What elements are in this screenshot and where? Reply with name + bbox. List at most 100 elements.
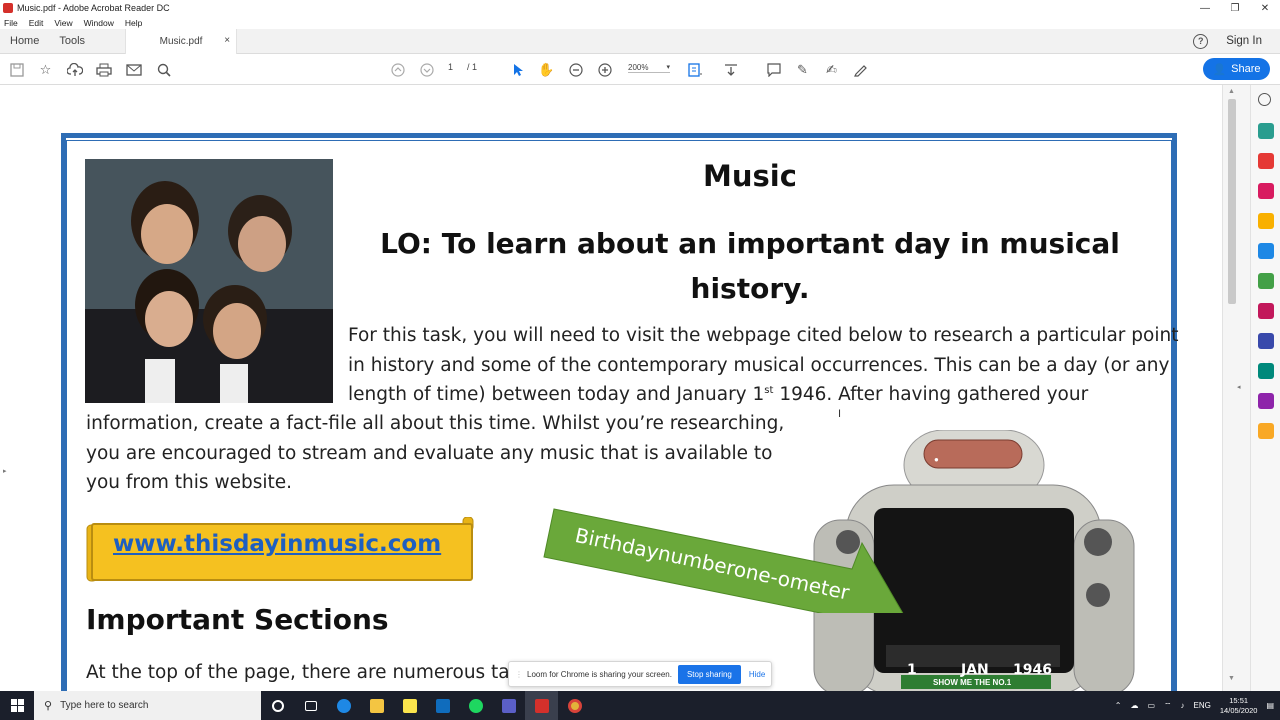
window-title: Music.pdf - Adobe Acrobat Reader DC [17,3,170,13]
wifi-icon[interactable]: ⌔ [1164,701,1172,711]
sign-in-link[interactable]: Sign In [1226,35,1262,47]
zoom-out-icon[interactable] [567,61,584,78]
drag-handle-icon[interactable]: ⋮ [515,670,523,679]
close-button[interactable]: ✕ [1250,3,1280,14]
zoom-level-value: 200% [628,63,649,72]
teams-icon[interactable] [492,691,525,720]
share-user-icon: 👤 [1212,63,1227,76]
chrome-icon[interactable] [558,691,591,720]
fill-sign-tool-icon[interactable] [1258,303,1274,319]
spotify-icon[interactable] [459,691,492,720]
tray-overflow-icon[interactable]: ⌃ [1115,701,1122,710]
menu-edit[interactable]: Edit [29,18,44,28]
website-link[interactable]: www.thisdayinmusic.com [113,531,441,557]
document-viewer[interactable]: ▸ Music LO: To learn about an important … [0,85,1222,691]
save-icon[interactable] [8,61,25,78]
scroll-down-icon[interactable]: ▼ [1228,675,1235,682]
paragraph-line: length of time) between today and Januar… [348,384,1088,405]
select-cursor-icon[interactable] [509,61,526,78]
taskbar-search-placeholder: Type here to search [60,700,149,711]
notifications-icon[interactable]: ▤ [1266,701,1274,710]
volume-icon[interactable]: ♪ [1181,701,1185,710]
chevron-down-icon: ▾ [666,64,670,71]
menu-window[interactable]: Window [84,18,114,28]
bookmark-star-icon[interactable]: ☆ [37,61,54,78]
window-controls: — ❐ ✕ [1190,3,1280,14]
protect-icon[interactable] [1258,333,1274,349]
draw-signature-icon[interactable]: ✍ [823,61,840,78]
menu-help[interactable]: Help [125,18,142,28]
document-title: Music [703,159,797,193]
scroll-up-icon[interactable]: ▲ [1228,88,1235,95]
windows-start-icon[interactable] [0,691,34,720]
menu-file[interactable]: File [4,18,18,28]
previous-page-icon[interactable] [389,61,406,78]
page-indicator: 1 / 1 [448,62,477,72]
cortana-icon[interactable] [261,691,294,720]
network-icon[interactable]: ▭ [1147,701,1155,710]
paragraph-text: you from this website. [86,472,292,493]
vertical-scrollbar[interactable]: ▲ ▼ ◂ [1222,85,1250,691]
combine-files-icon[interactable] [1258,243,1274,259]
language-indicator[interactable]: ENG [1194,701,1211,710]
loom-message: Loom for Chrome is sharing your screen. [527,669,672,679]
hide-link[interactable]: Hide [749,670,765,679]
minimize-button[interactable]: — [1190,3,1220,14]
onedrive-icon[interactable]: ☁ [1130,701,1138,710]
fill-sign-icon[interactable] [852,61,869,78]
paragraph-text: length of time) between today and Januar… [348,384,765,405]
tab-home[interactable]: Home [0,29,49,54]
tab-document[interactable]: Music.pdf × [125,28,238,54]
left-panel-expand-icon[interactable]: ▸ [3,467,7,475]
acrobat-taskbar-icon[interactable] [525,691,558,720]
sticky-notes-icon[interactable] [393,691,426,720]
comment-icon[interactable] [765,61,782,78]
menu-view[interactable]: View [54,18,72,28]
close-tab-icon[interactable]: × [224,35,230,46]
right-panel-collapse-icon[interactable]: ◂ [1237,383,1241,391]
outlook-icon[interactable] [426,691,459,720]
search-icon[interactable] [155,61,172,78]
zoom-level-select[interactable]: 200% ▾ [628,63,670,73]
paragraph-text: information, create a fact-file all abou… [86,413,785,434]
paragraph-text: you are encouraged to stream and evaluat… [86,443,773,464]
share-button[interactable]: 👤 Share [1203,58,1270,80]
create-pdf-icon[interactable] [1258,153,1274,169]
help-icon[interactable]: ? [1193,33,1209,49]
next-page-icon[interactable] [418,61,435,78]
section-text: At the top of the page, there are numero… [86,662,532,683]
highlight-pen-icon[interactable]: ✎ [794,61,811,78]
email-icon[interactable] [125,61,142,78]
optimize-icon[interactable] [1258,363,1274,379]
stop-sharing-button[interactable]: Stop sharing [677,664,741,684]
learning-objective: LO: To learn about an important day in m… [380,227,1120,305]
more-tools-icon[interactable] [1258,423,1274,439]
file-explorer-icon[interactable] [360,691,393,720]
toolbar: ☆ 1 / 1 ✋ 200% ▾ ✎ ✍ 👤 Share [0,54,1280,85]
edge-icon[interactable] [327,691,360,720]
edit-pdf-icon[interactable] [1258,183,1274,199]
acrobat-icon [3,3,13,13]
link-scroll-banner: www.thisdayinmusic.com [85,517,477,585]
tab-tools[interactable]: Tools [49,29,95,54]
task-view-icon[interactable] [294,691,327,720]
page-number-input[interactable]: 1 [448,62,453,72]
hand-tool-icon[interactable]: ✋ [538,61,555,78]
zoom-search-icon[interactable] [1258,93,1271,106]
fit-page-icon[interactable] [686,61,703,78]
band-photo [85,159,333,403]
upload-cloud-icon[interactable] [66,61,83,78]
section-heading: Important Sections [86,603,389,636]
send-signature-icon[interactable] [1258,393,1274,409]
export-pdf-icon[interactable] [1258,123,1274,139]
comment-tool-icon[interactable] [1258,213,1274,229]
text-cursor-icon: I [838,408,842,420]
scrollbar-thumb[interactable] [1228,99,1236,304]
maximize-button[interactable]: ❐ [1220,3,1250,14]
zoom-in-icon[interactable] [596,61,613,78]
scroll-mode-icon[interactable] [722,61,739,78]
organize-pages-icon[interactable] [1258,273,1274,289]
taskbar-search-box[interactable]: ⚲ Type here to search [34,691,261,720]
print-icon[interactable] [95,61,112,78]
clock[interactable]: 15:51 14/05/2020 [1220,696,1258,716]
